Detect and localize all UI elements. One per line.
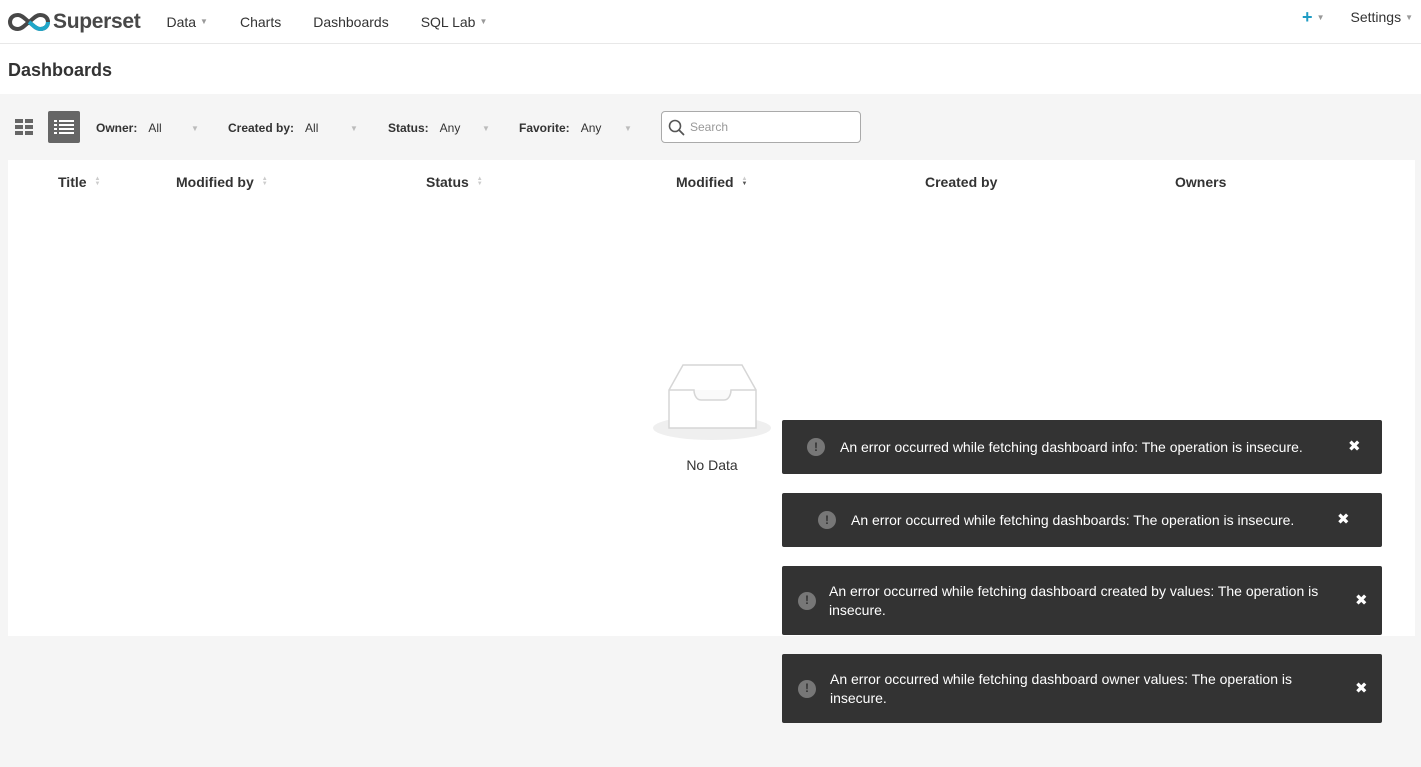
empty-inbox-icon: [653, 364, 771, 440]
column-header-modified-by[interactable]: Modified by ▲ ▼: [176, 174, 268, 190]
sort-icon: ▲ ▼: [476, 176, 483, 187]
toast-message: An error occurred while fetching dashboa…: [830, 670, 1292, 706]
sort-icon: ▲ ▼: [94, 176, 101, 187]
exclamation-icon: !: [798, 591, 816, 610]
navbar: Superset Data ▼ Charts Dashboards SQL La…: [0, 0, 1421, 44]
toast-message: An error occurred while fetching dashboa…: [851, 511, 1295, 528]
filter-label: Created by:: [228, 121, 295, 135]
superset-logo-icon: [8, 12, 50, 31]
error-toast: ! An error occurred while fetching dashb…: [782, 420, 1382, 474]
column-header-label: Created by: [925, 174, 998, 190]
caret-down-icon: ▼: [479, 17, 488, 26]
dashboards-table: Title ▲ ▼ Modified by ▲ ▼ Status ▲ ▼ Modifi…: [8, 160, 1415, 636]
search-input[interactable]: [690, 120, 850, 134]
column-header-label: Status: [426, 174, 469, 190]
card-view-button[interactable]: [8, 111, 40, 143]
nav-item-charts[interactable]: Charts: [224, 5, 297, 39]
column-header-status[interactable]: Status ▲ ▼: [426, 174, 483, 190]
close-icon[interactable]: ✖: [1355, 593, 1368, 608]
sort-icon: ▲ ▼: [261, 176, 268, 187]
list-icon: [54, 120, 74, 134]
error-toast: ! An error occurred while fetching dashb…: [782, 493, 1382, 547]
column-header-label: Modified by: [176, 174, 254, 190]
list-view-button[interactable]: [48, 111, 80, 143]
nav-item-dashboards[interactable]: Dashboards: [297, 5, 405, 39]
search-icon: [668, 119, 685, 135]
caret-down-icon: ▼: [191, 123, 199, 133]
nav-item-label: Dashboards: [313, 13, 389, 30]
caret-down-icon: ▼: [1316, 12, 1325, 22]
exclamation-icon: !: [807, 438, 825, 456]
caret-down-icon: ▼: [350, 123, 358, 133]
column-header-owners: Owners: [1175, 174, 1226, 190]
caret-down-icon: ▼: [200, 17, 208, 26]
error-toast: ! An error occurred while fetching dashb…: [782, 566, 1382, 635]
nav-item-label: Charts: [239, 13, 282, 30]
main-menu: Data ▼ Charts Dashboards SQL Lab ▼: [150, 5, 503, 39]
settings-label: Settings: [1350, 9, 1402, 25]
error-toast: ! An error occurred while fetching dashb…: [782, 654, 1382, 723]
filter-value: Any: [439, 121, 461, 135]
close-icon[interactable]: ✖: [1337, 512, 1350, 527]
new-item-button[interactable]: + ▼: [1302, 8, 1324, 26]
filter-value: Any: [580, 121, 602, 135]
exclamation-icon: !: [798, 679, 816, 698]
close-icon[interactable]: ✖: [1348, 439, 1361, 454]
plus-icon: +: [1302, 7, 1313, 27]
caret-down-icon: ▼: [482, 123, 490, 133]
status-filter[interactable]: Status: Any ▼: [388, 121, 490, 135]
search-box[interactable]: [661, 111, 861, 143]
filter-value: All: [305, 121, 319, 135]
grid-icon: [15, 119, 33, 135]
nav-item-data[interactable]: Data ▼: [150, 5, 224, 39]
brand-logo[interactable]: Superset: [8, 5, 141, 39]
nav-item-sql-lab[interactable]: SQL Lab ▼: [405, 5, 504, 39]
filter-value: All: [148, 121, 162, 135]
page-header: Dashboards: [0, 44, 1421, 94]
caret-down-icon: ▼: [1405, 12, 1413, 22]
column-header-created-by: Created by: [925, 174, 997, 190]
column-header-modified[interactable]: Modified ▲ ▼: [676, 174, 748, 190]
nav-item-label: Data: [166, 13, 197, 30]
favorite-filter[interactable]: Favorite: Any ▼: [519, 121, 632, 135]
filter-label: Favorite:: [519, 121, 570, 135]
brand-name: Superset: [53, 9, 141, 33]
close-icon[interactable]: ✖: [1355, 681, 1368, 696]
created-by-filter[interactable]: Created by: All ▼: [228, 121, 358, 135]
filter-bar: Owner: All ▼ Created by: All ▼ Status: A…: [0, 94, 1421, 160]
toast-message: An error occurred while fetching dashboa…: [829, 582, 1319, 618]
column-header-label: Title: [58, 174, 87, 190]
empty-state-text: No Data: [686, 457, 738, 473]
filter-label: Status:: [388, 121, 429, 135]
exclamation-icon: !: [818, 511, 836, 529]
empty-state: No Data: [652, 360, 772, 473]
owner-filter[interactable]: Owner: All ▼: [96, 121, 199, 135]
toast-message: An error occurred while fetching dashboa…: [840, 438, 1303, 455]
nav-item-label: SQL Lab: [420, 13, 476, 30]
sort-desc-icon: ▲ ▼: [741, 176, 748, 187]
column-header-label: Owners: [1175, 174, 1227, 190]
caret-down-icon: ▼: [624, 123, 632, 133]
page-title: Dashboards: [8, 60, 113, 80]
column-header-label: Modified: [676, 174, 734, 190]
filter-label: Owner:: [96, 121, 138, 135]
nav-right: + ▼ Settings ▼: [1302, 0, 1421, 34]
column-header-title[interactable]: Title ▲ ▼: [58, 174, 100, 190]
settings-menu[interactable]: Settings ▼: [1350, 9, 1413, 25]
